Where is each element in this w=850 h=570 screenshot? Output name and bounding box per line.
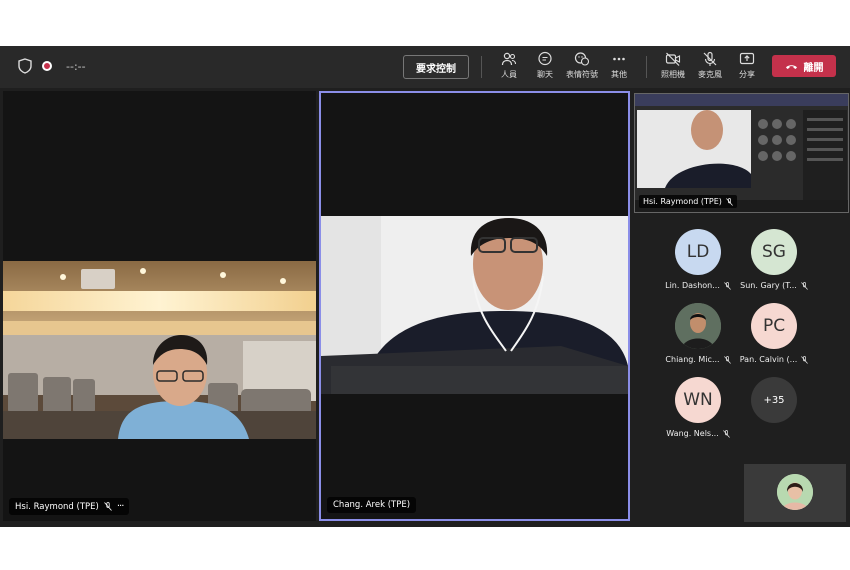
participant-name: Hsi. Raymond (TPE)	[15, 501, 99, 512]
participant-video	[321, 216, 628, 394]
more-label: 其他	[611, 70, 627, 79]
leave-button[interactable]: 離開	[772, 55, 836, 77]
share-icon	[739, 52, 755, 65]
self-avatar-image	[777, 474, 813, 510]
self-view-thumbnail[interactable]	[744, 464, 846, 522]
participant-name: Pan. Calvin (...	[739, 355, 798, 364]
participant-card[interactable]: SG Sun. Gary (T...	[736, 229, 812, 299]
leave-label: 離開	[803, 62, 824, 74]
shared-screen-name-tag: Hsi. Raymond (TPE)	[639, 195, 737, 208]
participant-face-video	[321, 216, 628, 394]
mic-off-icon	[726, 197, 733, 206]
chat-label: 聊天	[537, 70, 553, 79]
participant-name-row: Wang. Nels...	[666, 429, 730, 438]
self-view-photo	[777, 474, 813, 510]
emoji-icon	[574, 52, 590, 66]
participant-options-icon[interactable]: ···	[117, 501, 124, 512]
mic-off-icon	[703, 51, 717, 66]
request-control-button[interactable]: 要求控制	[403, 55, 469, 79]
mic-off-icon	[722, 429, 730, 438]
shield-icon[interactable]	[18, 58, 32, 74]
mic-off-icon	[723, 355, 731, 364]
more-participants-button[interactable]: +35	[736, 377, 812, 447]
avatar: SG	[751, 229, 797, 275]
more-participants-count: +35	[751, 377, 797, 423]
more-icon	[613, 57, 625, 61]
meeting-window: --:-- 要求控制 人員 聊天 表情符號 其他 照相機 麥克風 分享 離開 H…	[0, 46, 850, 527]
shared-screen-thumbnail[interactable]: Hsi. Raymond (TPE)	[634, 93, 849, 213]
participant-name: Lin. Dashon...	[665, 281, 720, 290]
more-button[interactable]: 其他	[599, 51, 639, 85]
toolbar-divider	[481, 56, 482, 78]
participant-card[interactable]: PC Pan. Calvin (...	[736, 303, 812, 373]
participant-tile-raymond[interactable]: Hsi. Raymond (TPE) ···	[3, 91, 316, 521]
conference-room-video	[3, 261, 316, 439]
toolbar-left: --:--	[18, 58, 86, 74]
people-label: 人員	[501, 70, 517, 79]
mic-button[interactable]: 麥克風	[690, 51, 730, 85]
participant-name-tag: Hsi. Raymond (TPE) ···	[9, 498, 130, 515]
meeting-timer: --:--	[66, 59, 86, 73]
mic-label: 麥克風	[698, 70, 722, 79]
participant-name-row: Lin. Dashon...	[665, 281, 731, 290]
camera-label: 照相機	[661, 70, 685, 79]
participant-card[interactable]: Chiang. Mic...	[660, 303, 736, 373]
participant-card[interactable]: LD Lin. Dashon...	[660, 229, 736, 299]
participant-tile-arek[interactable]: Chang. Arek (TPE)	[319, 91, 630, 521]
people-icon	[501, 52, 517, 66]
participant-name: Sun. Gary (T...	[740, 281, 797, 290]
phone-hangup-icon	[785, 64, 797, 69]
mic-off-icon	[801, 355, 809, 364]
camera-off-icon	[665, 52, 681, 66]
meeting-toolbar: --:-- 要求控制 人員 聊天 表情符號 其他 照相機 麥克風 分享 離開	[0, 46, 850, 88]
chat-icon	[538, 51, 552, 66]
participant-name: Chiang. Mic...	[665, 355, 720, 364]
avatar: LD	[675, 229, 721, 275]
share-label: 分享	[739, 70, 755, 79]
share-button[interactable]: 分享	[727, 51, 767, 85]
participant-name: Chang. Arek (TPE)	[333, 500, 411, 510]
chat-button[interactable]: 聊天	[525, 51, 565, 85]
reactions-label: 表情符號	[566, 70, 598, 79]
participant-card[interactable]: WN Wang. Nels...	[660, 377, 736, 447]
toolbar-divider	[646, 56, 647, 78]
mic-off-icon	[104, 502, 112, 511]
participants-panel: Hsi. Raymond (TPE) LD Lin. Dashon... SG …	[632, 91, 849, 525]
profile-photo	[675, 303, 721, 349]
presenter-name: Hsi. Raymond (TPE)	[643, 197, 722, 206]
camera-button[interactable]: 照相機	[653, 51, 693, 85]
recording-icon	[42, 61, 52, 71]
participant-name-row: Chiang. Mic...	[665, 355, 731, 364]
avatar-photo	[675, 303, 721, 349]
participant-name-tag: Chang. Arek (TPE)	[327, 497, 417, 513]
mic-off-icon	[801, 281, 808, 290]
mic-off-icon	[724, 281, 731, 290]
participant-video	[3, 261, 316, 439]
participant-name: Wang. Nels...	[666, 429, 719, 438]
avatar: PC	[751, 303, 797, 349]
video-stage: Hsi. Raymond (TPE) ··· Chang. Arek (TPE)	[3, 91, 630, 521]
reactions-button[interactable]: 表情符號	[562, 51, 602, 85]
participant-name-row: Pan. Calvin (...	[740, 355, 809, 364]
avatar: WN	[675, 377, 721, 423]
people-button[interactable]: 人員	[489, 51, 529, 85]
participant-name-row: Sun. Gary (T...	[740, 281, 808, 290]
